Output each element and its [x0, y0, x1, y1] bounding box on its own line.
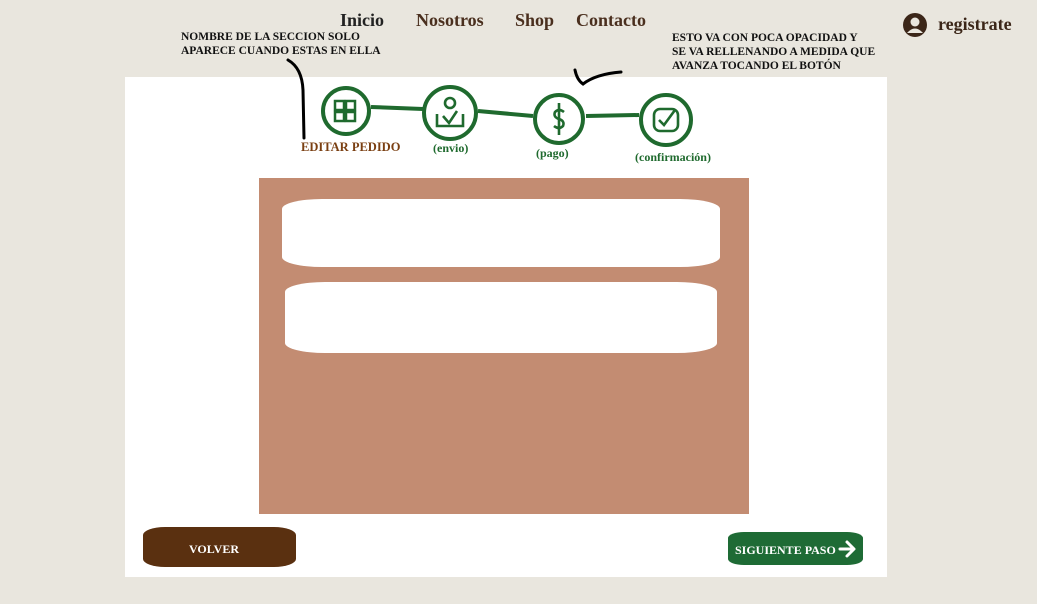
- step-label-payment: (pago): [536, 146, 569, 160]
- nav-link-nosotros[interactable]: Nosotros: [416, 10, 484, 31]
- user-avatar-icon: [903, 13, 927, 37]
- step-shipping-button[interactable]: [421, 84, 479, 142]
- form-field-2[interactable]: [285, 282, 717, 353]
- register-label: registrate: [938, 14, 1012, 34]
- arrow-right-icon: [838, 540, 856, 558]
- step-label-edit-order: EDITAR PEDIDO: [301, 140, 401, 154]
- step-edit-order-button[interactable]: [320, 85, 372, 137]
- step-label-confirmation: (confirmación): [635, 150, 711, 164]
- step-label-shipping: (envio): [433, 141, 469, 155]
- step-payment-button[interactable]: [531, 91, 587, 147]
- step-confirmation-button[interactable]: [637, 91, 695, 149]
- back-button[interactable]: VOLVER: [143, 527, 296, 567]
- annotation-note-section-name: NOMBRE DE LA SECCION SOLO APARECE CUANDO…: [181, 31, 381, 57]
- form-field-1[interactable]: [282, 199, 720, 267]
- nav-link-shop[interactable]: Shop: [515, 10, 554, 31]
- stepper-track: [370, 105, 640, 118]
- next-step-label: SIGUIENTE PASO: [735, 543, 836, 557]
- checkout-card: EDITAR PEDIDO (envio) (pago) (confirmaci…: [125, 77, 887, 577]
- form-panel: [259, 178, 749, 514]
- progress-stepper: EDITAR PEDIDO (envio) (pago) (confirmaci…: [125, 77, 887, 177]
- nav-link-contacto[interactable]: Contacto: [576, 10, 646, 31]
- next-step-button[interactable]: SIGUIENTE PASO: [728, 532, 863, 565]
- annotation-note-progress: ESTO VA CON POCA OPACIDAD Y SE VA RELLEN…: [672, 32, 876, 72]
- nav-link-inicio[interactable]: Inicio: [340, 10, 384, 31]
- back-button-label: VOLVER: [189, 542, 239, 556]
